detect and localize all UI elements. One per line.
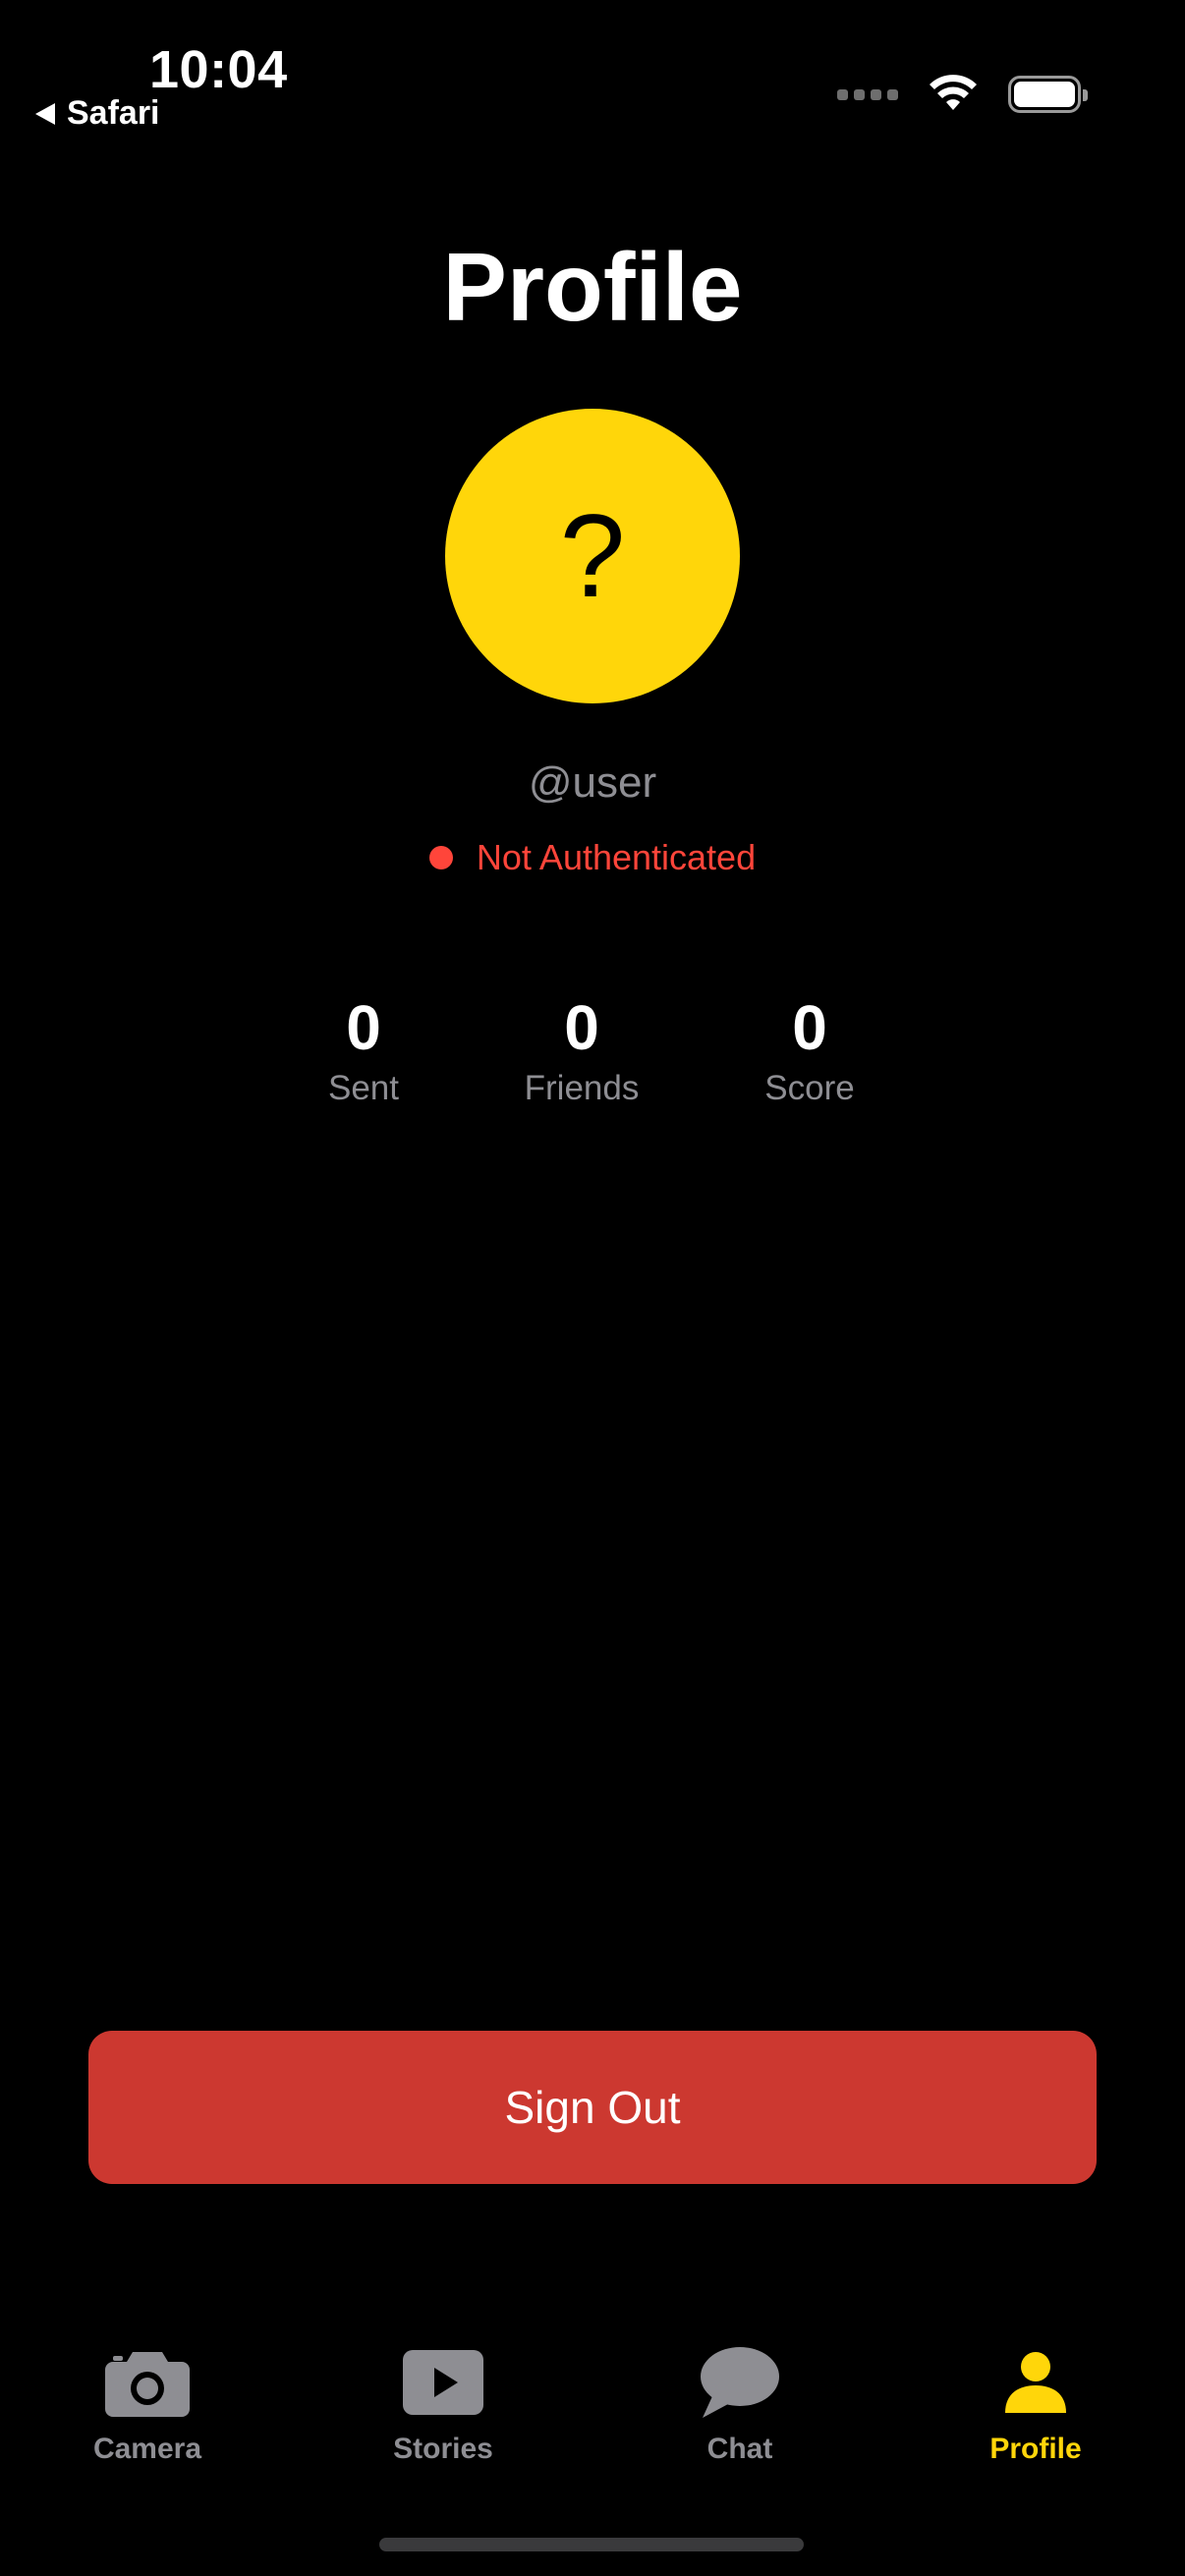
username: @user — [528, 758, 657, 807]
back-caret-icon — [35, 102, 55, 125]
page-title: Profile — [442, 233, 743, 341]
back-to-app-button[interactable]: Safari — [35, 94, 160, 133]
status-indicators — [837, 75, 1088, 114]
cellular-signal-icon — [837, 88, 898, 100]
stat-label: Score — [764, 1069, 855, 1107]
tab-label: Chat — [706, 2433, 773, 2465]
stat-value: 0 — [564, 992, 599, 1063]
auth-status-text: Not Authenticated — [476, 837, 757, 877]
tab-label: Stories — [393, 2433, 493, 2465]
stats-row: 0 Sent 0 Friends 0 Score — [0, 988, 1185, 1126]
auth-status-badge: Not Authenticated — [0, 837, 1185, 878]
tab-label: Camera — [92, 2433, 202, 2465]
wifi-icon — [930, 75, 977, 110]
person-icon — [908, 2338, 1163, 2427]
stat-label: Friends — [524, 1069, 640, 1107]
battery-icon — [1008, 76, 1088, 113]
avatar[interactable]: ? — [445, 409, 740, 703]
camera-icon — [20, 2338, 275, 2427]
tab-profile[interactable]: Profile — [908, 2338, 1163, 2466]
play-icon — [315, 2338, 571, 2427]
stat-score: 0 Score — [702, 988, 918, 1108]
sign-out-button[interactable]: Sign Out — [88, 2031, 1097, 2184]
stat-label: Sent — [328, 1069, 399, 1107]
status-time: 10:04 — [149, 40, 288, 99]
stat-value: 0 — [346, 992, 381, 1063]
tab-stories[interactable]: Stories — [315, 2338, 571, 2466]
chat-bubble-icon — [612, 2338, 868, 2427]
avatar-placeholder-icon: ? — [559, 490, 626, 622]
tab-label: Profile — [989, 2433, 1082, 2465]
status-dot-icon — [428, 846, 453, 869]
tab-chat[interactable]: Chat — [612, 2338, 868, 2466]
tab-bar: Camera Stories Chat Profile — [0, 2338, 1185, 2495]
home-indicator[interactable] — [379, 2538, 804, 2551]
back-app-label: Safari — [67, 94, 160, 132]
stat-value: 0 — [792, 992, 827, 1063]
stat-sent: 0 Sent — [255, 988, 472, 1108]
tab-camera[interactable]: Camera — [20, 2338, 275, 2466]
stat-friends: 0 Friends — [474, 988, 690, 1108]
